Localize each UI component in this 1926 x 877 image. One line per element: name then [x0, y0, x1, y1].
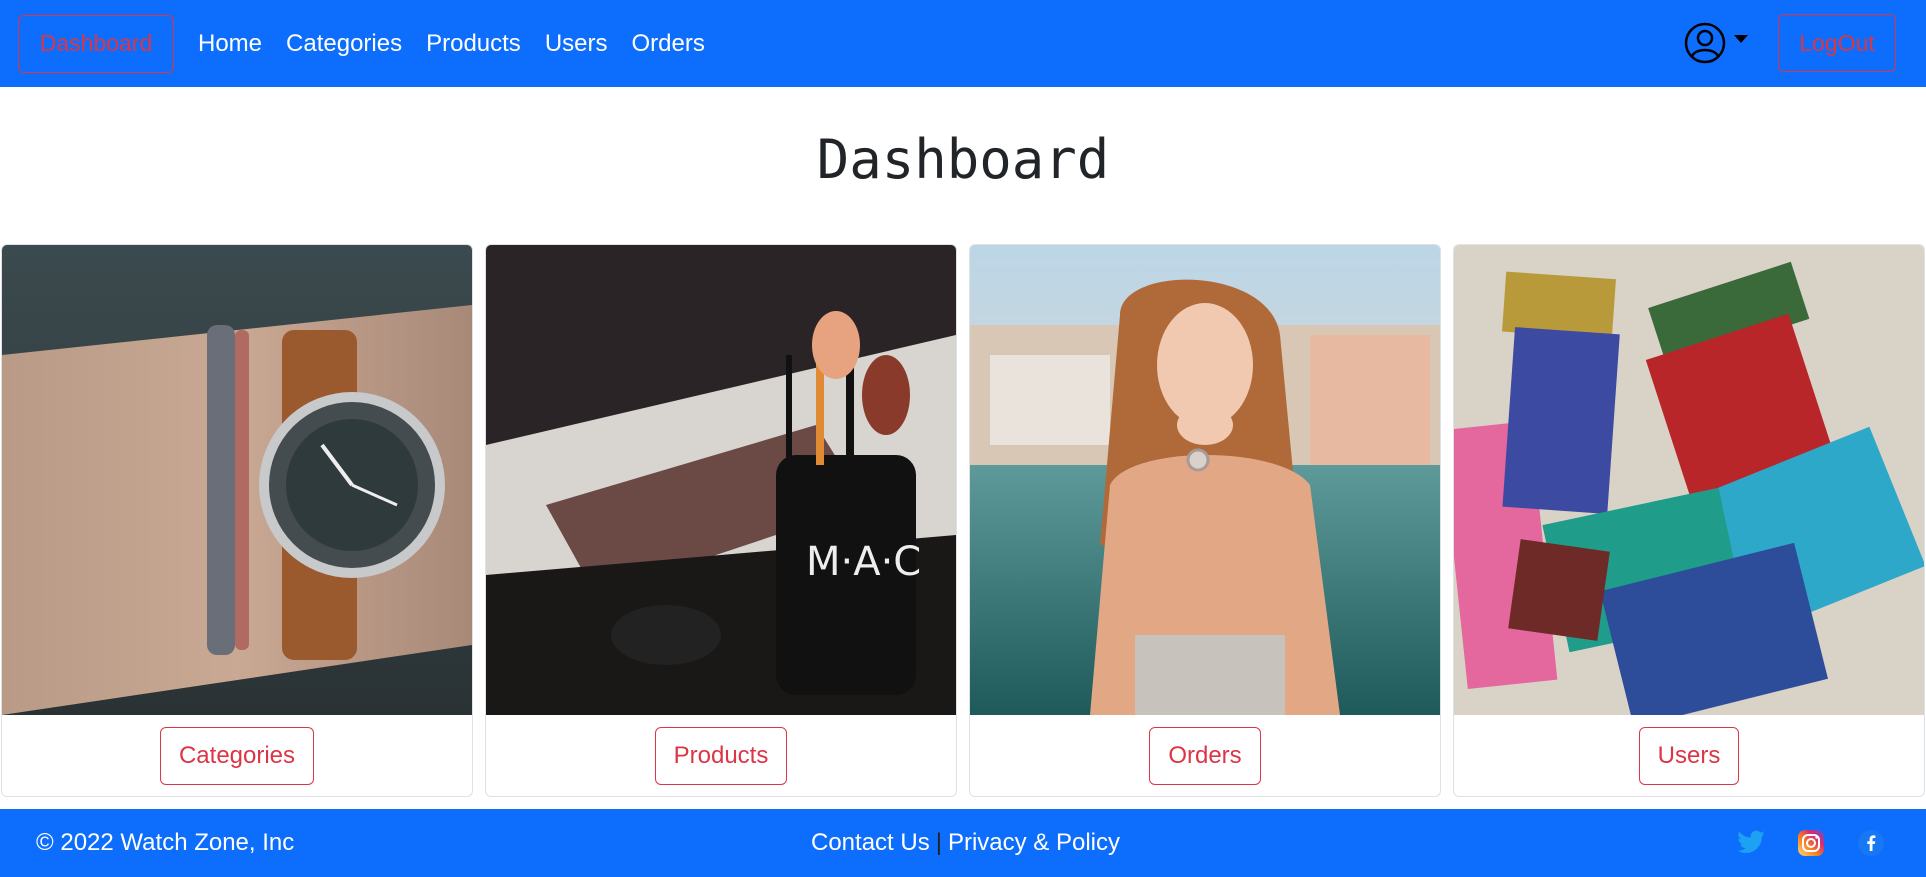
card-users: Users	[1453, 244, 1925, 797]
footer-social	[1736, 828, 1886, 858]
orders-button[interactable]: Orders	[1149, 727, 1261, 785]
nav-link-products[interactable]: Products	[426, 30, 521, 58]
chevron-down-icon	[1734, 35, 1748, 43]
privacy-policy-link[interactable]: Privacy & Policy	[948, 829, 1120, 857]
footer-links: Contact Us | Privacy & Policy	[811, 829, 1120, 857]
makeup-brushes-photo: M·A·C	[486, 245, 956, 715]
twitter-icon[interactable]	[1736, 828, 1766, 858]
user-circle-icon	[1684, 22, 1726, 64]
card-products: M·A·C Products	[485, 244, 957, 797]
products-button[interactable]: Products	[654, 727, 788, 785]
paint-brushes-photo	[1454, 245, 1924, 715]
logout-button[interactable]: LogOut	[1778, 14, 1896, 72]
user-menu-toggle[interactable]	[1684, 22, 1748, 64]
wristwatch-photo	[2, 245, 472, 715]
nav-link-orders[interactable]: Orders	[631, 30, 704, 58]
top-navbar: Dashboard Home Categories Products Users…	[0, 0, 1926, 87]
footer: © 2022 Watch Zone, Inc Contact Us | Priv…	[0, 809, 1926, 877]
copyright-text: © 2022 Watch Zone, Inc	[36, 829, 295, 856]
dashboard-cards: Categories M·A·C Products Orders Users	[0, 244, 1926, 797]
nav-right: LogOut	[1684, 14, 1896, 72]
nav-link-categories[interactable]: Categories	[286, 30, 402, 58]
contact-us-link[interactable]: Contact Us	[811, 829, 930, 857]
nav-link-users[interactable]: Users	[545, 30, 608, 58]
dashboard-button[interactable]: Dashboard	[18, 14, 174, 73]
categories-button[interactable]: Categories	[159, 727, 315, 785]
card-body: Orders	[970, 715, 1440, 796]
card-categories: Categories	[1, 244, 473, 797]
card-body: Users	[1454, 715, 1924, 796]
footer-separator: |	[935, 829, 942, 856]
facebook-icon[interactable]	[1856, 828, 1886, 858]
nav-link-home[interactable]: Home	[198, 30, 262, 58]
card-orders: Orders	[969, 244, 1441, 797]
card-body: Products	[486, 715, 956, 796]
woman-with-watch-photo	[970, 245, 1440, 715]
card-body: Categories	[2, 715, 472, 796]
svg-text:M·A·C: M·A·C	[806, 539, 921, 585]
instagram-icon[interactable]	[1796, 828, 1826, 858]
users-button[interactable]: Users	[1638, 727, 1740, 785]
nav-left: Dashboard Home Categories Products Users…	[0, 14, 717, 73]
page-title: Dashboard	[816, 128, 1110, 191]
